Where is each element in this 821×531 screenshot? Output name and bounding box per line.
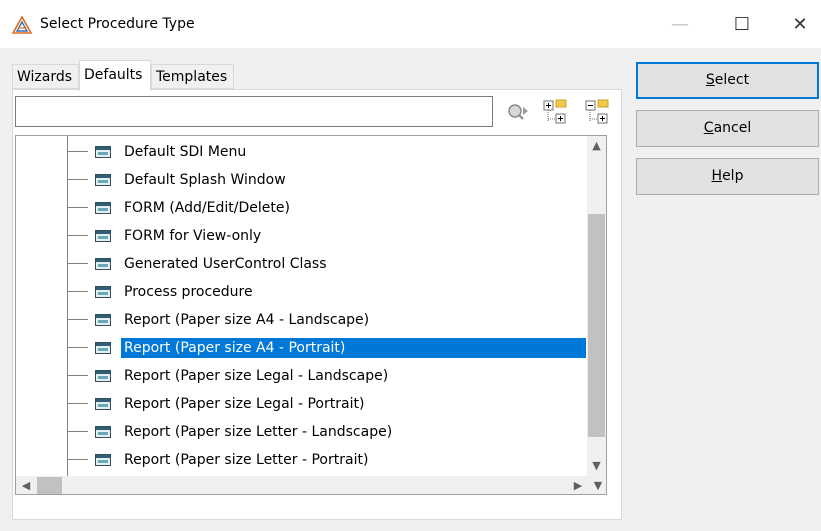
collapse-all-icon[interactable]: [583, 97, 611, 127]
select-label: elect: [714, 72, 750, 88]
minimize-button[interactable]: —: [658, 8, 702, 42]
tree-item-label: Process procedure: [124, 284, 253, 300]
tree-branch-line: [68, 235, 88, 236]
procedure-window-icon: [95, 370, 111, 382]
scroll-down-icon[interactable]: ▼: [587, 456, 606, 476]
help-accel: H: [711, 168, 723, 184]
tree-item-label: Generated UserControl Class: [124, 256, 327, 272]
tree-branch-line: [68, 151, 88, 152]
maximize-button[interactable]: ☐: [720, 8, 764, 42]
tree-item-label: Report (Paper size Letter - Landscape): [124, 424, 393, 440]
help-button[interactable]: Help: [636, 158, 819, 195]
procedure-window-icon: [95, 426, 111, 438]
help-label: elp: [722, 168, 744, 184]
tab-templates[interactable]: Templates: [151, 64, 234, 89]
tab-templates-label: Templates: [156, 69, 228, 85]
app-logo-icon: [12, 16, 32, 34]
tree-branch-line: [68, 179, 88, 180]
procedure-window-icon: [95, 286, 111, 298]
tree-item[interactable]: Report (Paper size A4 - Portrait): [16, 334, 586, 362]
select-accel: S: [705, 72, 715, 88]
tab-wizards[interactable]: Wizards: [12, 64, 79, 89]
tree-item[interactable]: Process procedure: [16, 278, 586, 306]
title-bar: Select Procedure Type — ☐ ✕: [0, 0, 821, 48]
tree-item[interactable]: Default Splash Window: [16, 166, 586, 194]
horizontal-scrollbar[interactable]: ◀ ▶ ▼: [16, 476, 606, 494]
tree-item[interactable]: FORM for View-only: [16, 222, 586, 250]
tab-wizards-label: Wizards: [17, 69, 73, 85]
tree-item[interactable]: FORM (Add/Edit/Delete): [16, 194, 586, 222]
vertical-scrollbar[interactable]: ▲ ▼: [587, 136, 606, 476]
tree-item-label: Report (Paper size Legal - Portrait): [124, 396, 365, 412]
tree-branch-line: [68, 319, 88, 320]
horizontal-scroll-thumb[interactable]: [37, 477, 62, 494]
tree-item-label: Report (Paper size Legal - Landscape): [124, 368, 389, 384]
tree-item-label: Default SDI Menu: [124, 144, 247, 160]
procedure-window-icon: [95, 202, 111, 214]
tree-item[interactable]: Report (Paper size Legal - Landscape): [16, 362, 586, 390]
tree-branch-line: [68, 403, 88, 404]
scroll-left-icon[interactable]: ◀: [16, 476, 36, 494]
cancel-button[interactable]: Cancel: [636, 110, 819, 147]
procedure-window-icon: [95, 174, 111, 186]
tree-item[interactable]: Generated UserControl Class: [16, 250, 586, 278]
tree-item[interactable]: Default SDI Menu: [16, 138, 586, 166]
tree-branch-line: [68, 347, 88, 348]
locate-search-icon[interactable]: [503, 97, 531, 127]
tree-item-label: Default Splash Window: [124, 172, 286, 188]
tree-item-label: Report (Paper size A4 - Landscape): [124, 312, 370, 328]
tab-defaults[interactable]: Defaults: [79, 60, 151, 91]
tree-branch-line: [68, 459, 88, 460]
procedure-window-icon: [95, 454, 111, 466]
close-button[interactable]: ✕: [778, 8, 821, 42]
cancel-label: ancel: [713, 120, 752, 136]
procedure-window-icon: [95, 146, 111, 158]
tab-defaults-label: Defaults: [84, 67, 143, 83]
scroll-corner-down-icon[interactable]: ▼: [588, 476, 606, 494]
procedure-window-icon: [95, 258, 111, 270]
expand-all-icon[interactable]: [541, 97, 569, 127]
procedure-window-icon: [95, 314, 111, 326]
scroll-up-icon[interactable]: ▲: [587, 136, 606, 156]
search-input[interactable]: [15, 96, 493, 127]
select-button[interactable]: Select: [636, 62, 819, 99]
tree-branch-line: [68, 263, 88, 264]
tree-branch-line: [68, 375, 88, 376]
tree-item[interactable]: Report (Paper size Legal - Portrait): [16, 390, 586, 418]
tree-branch-line: [68, 207, 88, 208]
procedure-window-icon: [95, 342, 111, 354]
procedure-tree[interactable]: Default SDI Menu Default Splash Window FOR…: [15, 135, 607, 495]
tree-item[interactable]: Report (Paper size Letter - Portrait): [16, 446, 586, 474]
procedure-window-icon: [95, 398, 111, 410]
tree-branch-line: [68, 431, 88, 432]
tree-item-label: Report (Paper size Letter - Portrait): [124, 452, 369, 468]
cancel-accel: C: [703, 120, 714, 136]
tree-item-label: Report (Paper size A4 - Portrait): [121, 338, 586, 358]
vertical-scroll-thumb[interactable]: [588, 214, 605, 437]
procedure-window-icon: [95, 230, 111, 242]
tree-item[interactable]: Report (Paper size Letter - Landscape): [16, 418, 586, 446]
tree-item-label: FORM for View-only: [124, 228, 262, 244]
tree-item-label: FORM (Add/Edit/Delete): [124, 200, 290, 216]
scroll-right-icon[interactable]: ▶: [568, 476, 588, 494]
tree-item[interactable]: Report (Paper size A4 - Landscape): [16, 306, 586, 334]
tree-branch-line: [68, 291, 88, 292]
window-title: Select Procedure Type: [40, 16, 195, 32]
